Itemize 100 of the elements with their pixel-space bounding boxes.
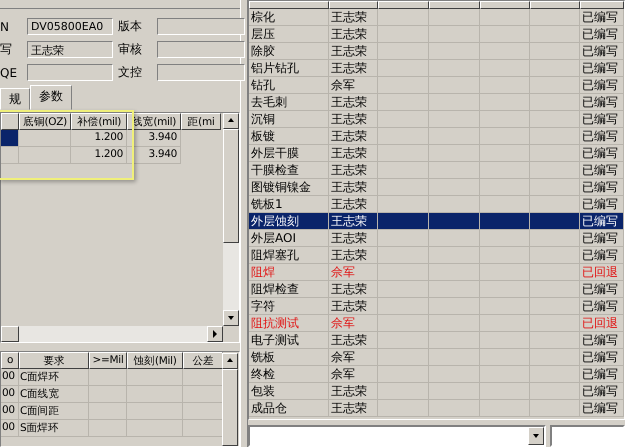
tab[interactable]: 参数 — [30, 85, 72, 110]
table-row[interactable]: 棕化 王志荣 已编写 — [249, 9, 624, 26]
table-cell: 1.200 — [71, 130, 127, 147]
column-header[interactable]: 蚀刻(Mil) — [127, 352, 183, 369]
table-cell: 00 — [1, 420, 19, 437]
column-header[interactable] — [1, 113, 19, 130]
splitter-bar[interactable] — [240, 0, 248, 447]
table-cell: 已编写 — [580, 298, 624, 315]
text-field[interactable]: 王志荣 — [27, 41, 113, 58]
table-cell: 王志荣 — [329, 230, 378, 247]
table-cell: 阻焊塞孔 — [249, 247, 330, 264]
table-row[interactable]: 除胶 王志荣 已编写 — [249, 43, 624, 60]
table-row[interactable]: 沉铜 王志荣 已编写 — [249, 111, 624, 128]
column-header[interactable] — [480, 1, 530, 9]
table-cell: 3.940 — [127, 130, 181, 147]
table-cell: 已编写 — [580, 60, 624, 77]
table-cell: 去毛刺 — [249, 94, 330, 111]
table-cell: 棕化 — [249, 9, 330, 26]
table-cell — [19, 147, 71, 164]
column-header[interactable]: o — [1, 352, 19, 369]
table-cell: 外层蚀刻 — [249, 213, 330, 230]
column-header[interactable] — [580, 1, 624, 9]
tab[interactable]: 规 — [0, 88, 30, 110]
table-cell — [127, 403, 183, 420]
field-label: 审核 — [118, 41, 143, 58]
table-cell: 已编写 — [580, 213, 624, 230]
table-cell: 已编写 — [580, 128, 624, 145]
column-header[interactable] — [429, 1, 480, 9]
table-cell: 王志荣 — [329, 162, 378, 179]
dropdown-field[interactable] — [248, 425, 546, 447]
table-row[interactable]: 成品仓 王志荣 已编写 — [249, 400, 624, 417]
table-cell: 王志荣 — [329, 179, 378, 196]
text-field[interactable] — [157, 18, 245, 35]
table-cell: 铝片钻孔 — [249, 60, 330, 77]
text-field[interactable]: DV05800EA0 — [27, 18, 113, 35]
table-cell: 终检 — [249, 366, 330, 383]
table-cell: 已编写 — [580, 179, 624, 196]
text-field[interactable] — [157, 64, 245, 81]
field-label: QE — [0, 66, 18, 80]
table-cell: 阻焊检查 — [249, 281, 330, 298]
table-row[interactable]: 板镀 王志荣 已编写 — [249, 128, 624, 145]
scroll-thumb[interactable] — [222, 369, 238, 446]
table-cell: 王志荣 — [329, 281, 378, 298]
field-label: N — [0, 20, 10, 34]
horizontal-scrollbar[interactable] — [1, 326, 223, 342]
table-cell: 已回退 — [580, 264, 624, 281]
column-header[interactable] — [249, 1, 330, 9]
column-header[interactable]: 距(mi — [181, 113, 221, 130]
column-header[interactable]: 要求 — [19, 352, 89, 369]
scroll-right-icon[interactable] — [207, 326, 223, 342]
table-row[interactable]: 铝片钻孔 王志荣 已编写 — [249, 60, 624, 77]
table-row[interactable]: 外层AOI 王志荣 已编写 — [249, 230, 624, 247]
table-row[interactable]: 干膜检查 王志荣 已编写 — [249, 162, 624, 179]
scroll-down-icon[interactable] — [223, 310, 239, 326]
table-row[interactable]: 去毛刺 王志荣 已编写 — [249, 94, 624, 111]
table-row[interactable]: 电子测试 王志荣 已编写 — [249, 332, 624, 349]
table-row[interactable]: 钻孔 佘军 已编写 — [249, 77, 624, 94]
column-header[interactable] — [530, 1, 580, 9]
column-header[interactable]: 补偿(mil) — [71, 113, 127, 130]
table-cell: 层压 — [249, 26, 330, 43]
table-cell: 包装 — [249, 383, 330, 400]
table-row[interactable]: 外层蚀刻 王志荣 已编写 — [249, 213, 624, 230]
vertical-scrollbar[interactable] — [223, 113, 239, 326]
scroll-thumb[interactable] — [1, 326, 19, 342]
table-cell: 王志荣 — [329, 383, 378, 400]
scroll-up-icon[interactable] — [222, 353, 238, 369]
row-indicator-cell[interactable] — [1, 147, 19, 164]
table-row[interactable]: 铣板 佘军 已编写 — [249, 349, 624, 366]
table-row[interactable]: 包装 王志荣 已编写 — [249, 383, 624, 400]
table-row[interactable]: 终检 佘军 已编写 — [249, 366, 624, 383]
dropdown-icon[interactable] — [528, 427, 544, 445]
table-row[interactable]: 阻焊塞孔 王志荣 已编写 — [249, 247, 624, 264]
table-row[interactable]: 图镀铜镍金 王志荣 已编写 — [249, 179, 624, 196]
text-field[interactable] — [27, 64, 113, 81]
text-field[interactable] — [157, 41, 245, 58]
table-row[interactable]: 外层干膜 王志荣 已编写 — [249, 145, 624, 162]
table-cell: 已编写 — [580, 400, 624, 417]
table-cell: 已编写 — [580, 230, 624, 247]
table-cell: C面焊环 — [19, 369, 89, 386]
table-cell: 已编写 — [580, 94, 624, 111]
column-header[interactable] — [378, 1, 430, 9]
text-field[interactable] — [550, 425, 625, 447]
table-cell: 王志荣 — [329, 94, 378, 111]
table-row[interactable]: 层压 王志荣 已编写 — [249, 26, 624, 43]
column-header[interactable]: >=Mil — [89, 352, 127, 369]
scroll-up-icon[interactable] — [223, 113, 239, 129]
table-cell: 王志荣 — [329, 247, 378, 264]
table-cell: 1.200 — [71, 147, 127, 164]
scroll-thumb[interactable] — [223, 129, 239, 243]
table-cell: 已编写 — [580, 366, 624, 383]
table-cell: 阻焊 — [249, 264, 330, 281]
column-header[interactable] — [329, 1, 378, 9]
column-header[interactable]: 底铜(OZ) — [19, 113, 71, 130]
table-cell: 00 — [1, 369, 19, 386]
table-cell: 外层干膜 — [249, 145, 330, 162]
table-cell: 王志荣 — [329, 43, 378, 60]
table-row[interactable]: 阻焊检查 王志荣 已编写 — [249, 281, 624, 298]
vertical-scrollbar[interactable] — [222, 353, 238, 446]
row-indicator-cell[interactable] — [1, 130, 19, 147]
table-row[interactable]: 字符 王志荣 已编写 — [249, 298, 624, 315]
